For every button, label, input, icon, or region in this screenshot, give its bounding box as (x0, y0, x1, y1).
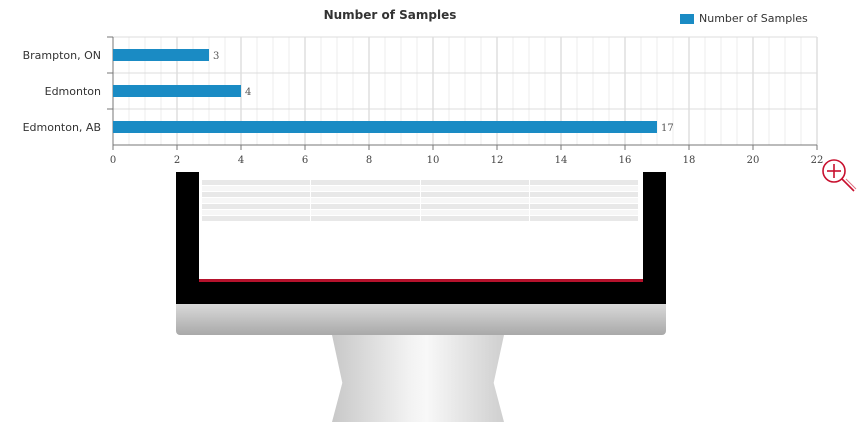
category-label: Brampton, ON (23, 49, 101, 62)
x-tick-label: 20 (747, 155, 760, 166)
screen-preview-row (202, 186, 639, 191)
screen-preview-cell (421, 210, 530, 215)
chart-bars: 3 4 17 (113, 49, 674, 134)
screen-preview-cell (530, 204, 639, 209)
screen-preview-cell (421, 192, 530, 197)
monitor-stand (332, 335, 504, 422)
x-tick-label: 14 (555, 155, 568, 166)
screen-preview-cell (311, 198, 421, 203)
screen-preview-row (202, 210, 639, 215)
screen-preview-cell (421, 216, 530, 221)
legend-label: Number of Samples (699, 12, 808, 25)
monitor-screen (199, 172, 643, 282)
category-labels: Brampton, ON Edmonton Edmonton, AB (23, 36, 113, 134)
screen-preview-row (202, 204, 639, 209)
x-tick-label: 12 (491, 155, 504, 166)
bar[interactable] (113, 121, 657, 133)
screen-preview-cell (202, 204, 312, 209)
legend-swatch (680, 13, 694, 24)
screen-preview-cell (311, 180, 421, 185)
x-tick-label: 2 (174, 155, 180, 166)
bar-value-label: 4 (245, 87, 251, 98)
screen-preview-cell (311, 204, 421, 209)
bar-chart: Number of Samples 3 4 17 Brampton, ON Edmon… (23, 8, 824, 166)
category-label: Edmonton (45, 85, 101, 98)
screen-preview-row (202, 180, 639, 185)
x-tick-label: 0 (110, 155, 116, 166)
screen-preview-cell (202, 216, 312, 221)
monitor-chin (176, 304, 666, 335)
bar-value-label: 17 (661, 123, 674, 134)
screen-preview-row (202, 192, 639, 197)
screen-preview-cell (530, 192, 639, 197)
screen-preview-cell (202, 210, 312, 215)
screen-preview-cell (202, 180, 312, 185)
monitor-bezel (176, 172, 666, 304)
monitor-icon (176, 172, 666, 422)
chart-legend: Number of Samples (680, 12, 808, 25)
x-tick-labels: 0 2 4 6 8 10 12 14 16 18 20 22 (110, 145, 823, 166)
screen-preview-cell (202, 192, 312, 197)
screen-preview-cell (421, 198, 530, 203)
screen-preview-row (202, 216, 639, 221)
chart-title: Number of Samples (324, 8, 457, 22)
x-tick-label: 8 (366, 155, 372, 166)
x-tick-label: 4 (238, 155, 244, 166)
category-label: Edmonton, AB (23, 121, 101, 134)
screen-preview-cell (311, 192, 421, 197)
screen-preview-cell (311, 210, 421, 215)
zoom-in-icon[interactable] (820, 157, 860, 197)
screen-preview-cell (311, 216, 421, 221)
screen-preview-cell (530, 216, 639, 221)
screen-preview-cell (421, 180, 530, 185)
screen-preview-cell (311, 186, 421, 191)
screen-preview-cell (530, 186, 639, 191)
x-tick-label: 6 (302, 155, 308, 166)
screen-preview-row (202, 198, 639, 203)
bar-value-label: 3 (213, 51, 219, 62)
screen-preview-cell (202, 198, 312, 203)
screen-preview-cell (421, 186, 530, 191)
screen-preview-table (202, 180, 639, 222)
x-tick-label: 10 (427, 155, 440, 166)
screen-preview-cell (530, 198, 639, 203)
screen-preview-cell (530, 210, 639, 215)
bar[interactable] (113, 49, 209, 61)
screen-preview-cell (202, 186, 312, 191)
bar[interactable] (113, 85, 241, 97)
x-tick-label: 18 (683, 155, 696, 166)
x-tick-label: 16 (619, 155, 632, 166)
screen-preview-cell (421, 204, 530, 209)
screen-preview-cell (530, 180, 639, 185)
